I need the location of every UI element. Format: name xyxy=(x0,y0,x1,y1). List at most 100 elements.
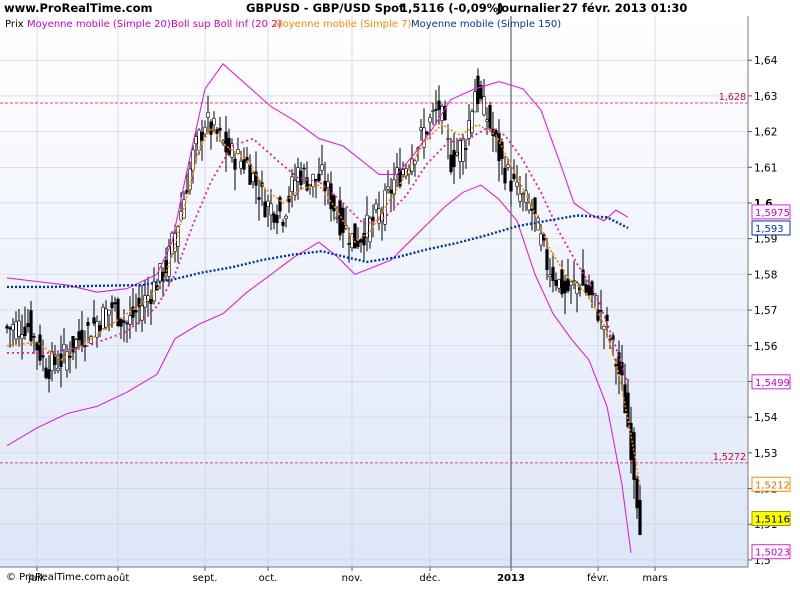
price-candle-body xyxy=(515,181,519,187)
price-candle-body xyxy=(65,351,69,371)
price-candle-body xyxy=(437,100,441,110)
price-candle-body xyxy=(614,363,618,367)
chart: 1,6281,5272 1,51,511,521,531,541,551,561… xyxy=(0,0,800,600)
price-candle-body xyxy=(209,121,213,135)
value-tag-label: 1,5212 xyxy=(755,480,790,491)
price-candle-body xyxy=(326,181,330,188)
price-candle-body xyxy=(179,211,183,221)
price-candle-body xyxy=(71,335,75,353)
y-tick-label: 1,62 xyxy=(754,127,777,139)
price-candle-body xyxy=(38,334,42,361)
price-candle-body xyxy=(320,164,324,171)
price-candle-body xyxy=(449,154,453,172)
price-candle-body xyxy=(503,167,507,184)
price-candle-body xyxy=(80,329,84,347)
price-candle-body xyxy=(11,324,15,331)
price-candle-body xyxy=(74,339,78,348)
price-candle-body xyxy=(584,284,588,293)
value-tag-label: 1,5499 xyxy=(755,378,790,389)
price-candle-body xyxy=(290,176,294,192)
price-candle-body xyxy=(590,281,594,295)
y-tick-label: 1,53 xyxy=(754,448,777,460)
price-candle-body xyxy=(419,127,423,131)
price-candle-body xyxy=(41,355,45,358)
price-candle-body xyxy=(275,214,279,224)
price-candle-body xyxy=(509,180,513,192)
y-tick-label: 1,58 xyxy=(754,269,777,281)
price-candle-body xyxy=(554,280,558,286)
price-candle-body xyxy=(557,278,561,289)
price-candle-body xyxy=(575,282,579,294)
price-candle-body xyxy=(140,305,144,321)
price-candle-body xyxy=(458,140,462,162)
price-candle-body xyxy=(134,310,138,313)
price-candle-body xyxy=(248,163,252,185)
timeframe: Journalier xyxy=(496,1,561,15)
y-tick-label: 1,59 xyxy=(754,234,777,246)
price-candle-body xyxy=(110,302,114,309)
price-candle-body xyxy=(335,216,339,219)
price-candle-body xyxy=(86,322,90,326)
price-candle-body xyxy=(389,189,393,194)
price-candle-body xyxy=(212,118,216,126)
x-tick-label: févr. xyxy=(587,572,609,584)
price-candle-body xyxy=(35,342,39,351)
price-candle-body xyxy=(125,322,129,325)
price-candle-body xyxy=(20,334,24,340)
reference-line-label: 1,628 xyxy=(719,92,746,103)
price-candle-body xyxy=(92,317,96,324)
price-candle-body xyxy=(98,325,102,332)
price-candle-body xyxy=(83,345,87,347)
price-candle-body xyxy=(401,169,405,175)
price-candle-body xyxy=(251,173,255,182)
price-candle-body xyxy=(17,320,21,337)
price-candle-body xyxy=(194,136,198,145)
price-candle-body xyxy=(464,148,468,150)
price-candle-body xyxy=(62,343,66,351)
site-url: www.ProRealTime.com xyxy=(4,1,153,15)
price-candle-body xyxy=(272,213,276,223)
price-candle-body xyxy=(521,193,525,196)
price-candle-body xyxy=(512,173,516,180)
x-tick-label: août xyxy=(107,572,130,584)
x-tick-label: 2013 xyxy=(497,573,525,584)
price-candle-body xyxy=(539,233,543,246)
x-tick-label: mars xyxy=(642,573,667,584)
price-candle-body xyxy=(497,132,501,162)
price-candle-body xyxy=(470,111,474,134)
price-candle-body xyxy=(407,169,411,175)
copyright: © ProRealTime.com xyxy=(6,572,106,583)
price-candle-body xyxy=(329,183,333,210)
price-candle-body xyxy=(635,478,639,509)
price-candle-body xyxy=(218,127,222,131)
price-candle-body xyxy=(236,149,240,154)
y-tick-label: 1,64 xyxy=(754,55,778,67)
price-candle-body xyxy=(638,499,642,535)
price-candle-body xyxy=(317,173,321,182)
price-candle-body xyxy=(428,117,432,123)
price-candle-body xyxy=(359,239,363,243)
price-candle-body xyxy=(482,96,486,116)
price-candle-body xyxy=(386,186,390,190)
y-tick-label: 1,54 xyxy=(754,412,778,424)
price-change: 1,5116 (-0,09%) xyxy=(400,1,504,15)
price-candle-body xyxy=(5,325,9,329)
price-candle-body xyxy=(56,367,60,371)
x-tick-label: déc. xyxy=(419,572,440,584)
price-candle-body xyxy=(476,75,480,104)
legend-ma150: Moyenne mobile (Simple 150) xyxy=(411,19,561,30)
x-tick-label: oct. xyxy=(259,573,278,584)
price-candle-body xyxy=(560,269,564,295)
price-candle-body xyxy=(536,217,540,231)
y-tick-label: 1,56 xyxy=(754,341,778,353)
price-candle-body xyxy=(506,164,510,168)
price-candle-body xyxy=(266,200,270,207)
price-candle-body xyxy=(104,308,108,328)
date-time: 27 févr. 2013 01:30 xyxy=(562,1,687,15)
price-candle-body xyxy=(605,314,609,322)
price-candle-body xyxy=(284,215,288,219)
chart-svg: 1,6281,5272 1,51,511,521,531,541,551,561… xyxy=(0,0,800,600)
y-tick-label: 1,63 xyxy=(754,91,777,103)
price-candle-body xyxy=(431,110,435,112)
price-candle-body xyxy=(44,367,48,378)
